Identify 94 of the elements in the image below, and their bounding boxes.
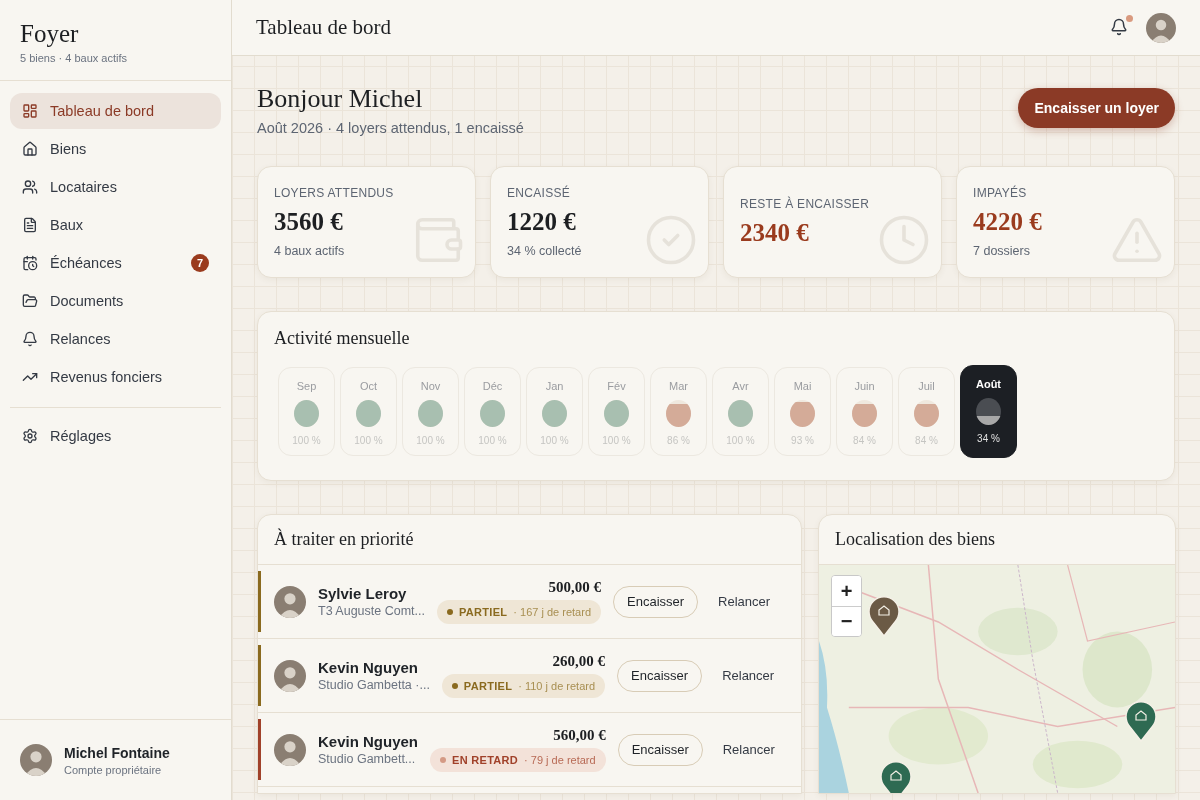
stat-note: 4 baux actifs: [274, 244, 346, 258]
month-label: Juil: [918, 380, 935, 392]
amount: 500,00 €: [548, 579, 601, 596]
user-name: Michel Fontaine: [64, 744, 170, 761]
nav-item[interactable]: Locataires: [10, 169, 221, 205]
collection-gauge: [480, 400, 505, 427]
card-title: Localisation des biens: [835, 529, 996, 550]
status-badge: PARTIEL · 110 j de retard: [441, 674, 606, 698]
tenant-name: Kevin Nguyen: [318, 659, 420, 676]
stat-note: 34 % collecté: [507, 244, 583, 258]
month-label: Sep: [296, 380, 317, 392]
collection-gauge: [790, 400, 815, 427]
nav-item[interactable]: Revenus fonciers: [10, 359, 221, 395]
collection-gauge: [914, 400, 939, 427]
stat-note: 7 dossiers: [973, 244, 1031, 258]
stat-label: IMPAYÉS: [973, 186, 1028, 200]
notifications-icon[interactable]: [1110, 17, 1130, 38]
count-badge: 7: [191, 254, 209, 272]
tenant-avatar: [274, 659, 306, 692]
nav-item[interactable]: Échéances 7: [10, 245, 221, 281]
property-name: T3 Auguste Comt...: [318, 604, 425, 618]
amount: 260,00 €: [552, 653, 606, 670]
tenant-avatar: [274, 585, 306, 618]
page-title: Tableau de bord: [256, 15, 391, 40]
stat-value: 2340 €: [740, 219, 810, 247]
month-label: Oct: [359, 380, 378, 392]
property-name: Studio Gambett...: [318, 752, 417, 766]
remind-button[interactable]: Relancer: [710, 585, 779, 618]
month-label: Jan: [545, 380, 564, 392]
collection-gauge: [542, 400, 567, 427]
collect-button[interactable]: Encaisser: [617, 659, 703, 692]
collection-gauge: [666, 400, 691, 427]
nav-icon: [22, 255, 38, 271]
user-role: Compte propriétaire: [64, 763, 163, 776]
nav-icon: [22, 103, 38, 119]
nav-item[interactable]: Réglages: [10, 418, 221, 454]
nav-item[interactable]: Relances: [10, 321, 221, 357]
collection-gauge: [852, 400, 877, 427]
map-pin-icon[interactable]: [1124, 700, 1158, 742]
month-percent: 34 %: [977, 433, 1000, 444]
month-label: Août: [975, 378, 1001, 390]
tenant-avatar: [274, 733, 306, 766]
collection-gauge: [294, 400, 319, 427]
zoom-out-button[interactable]: −: [832, 606, 861, 636]
nav-icon: [22, 141, 38, 157]
brand-subtitle: 5 biens · 4 baux actifs: [20, 52, 128, 64]
stat-label: ENCAISSÉ: [507, 186, 572, 200]
month-label: Fév: [607, 380, 626, 392]
collection-gauge: [356, 400, 381, 427]
tenant-name: Sylvie Leroy: [318, 585, 408, 602]
nav-icon: [22, 331, 38, 347]
stat-value: 3560 €: [274, 208, 344, 236]
status-badge: EN RETARD · 79 j de retard: [430, 748, 606, 772]
profile-avatar: [1146, 12, 1176, 43]
collection-gauge: [976, 398, 1001, 425]
month-tile[interactable]: Août 34 %: [960, 365, 1017, 458]
brand-name: Foyer: [20, 20, 80, 48]
month-label: Nov: [420, 380, 441, 392]
card-title: À traiter en priorité: [274, 529, 415, 550]
card-title: Activité mensuelle: [274, 328, 411, 349]
nav-item[interactable]: Biens: [10, 131, 221, 167]
stat-value: 4220 €: [973, 208, 1043, 236]
map-pin-icon[interactable]: [867, 595, 901, 637]
nav-item[interactable]: Documents: [10, 283, 221, 319]
map-pin-icon[interactable]: [879, 760, 913, 793]
remind-button[interactable]: Relancer: [714, 733, 783, 766]
user-avatar: [20, 744, 52, 776]
tenant-name: Kevin Nguyen: [318, 733, 419, 750]
stat-label: RESTE À ENCAISSER: [740, 197, 871, 211]
month-label: Mai: [793, 380, 812, 392]
month-label: Déc: [482, 380, 503, 392]
nav-item[interactable]: Tableau de bord: [10, 93, 221, 129]
nav-item[interactable]: Baux: [10, 207, 221, 243]
greeting-subtitle: Août 2026 · 4 loyers attendus, 1 encaissé: [257, 120, 524, 136]
greeting-title: Bonjour Michel: [257, 84, 424, 114]
collect-button[interactable]: Encaisser: [613, 585, 699, 618]
collection-gauge: [728, 400, 753, 427]
month-label: Mar: [669, 380, 688, 392]
collect-rent-button[interactable]: Encaisser un loyer: [1018, 88, 1175, 128]
stat-label: LOYERS ATTENDUS: [274, 186, 395, 200]
property-name: Studio Gambetta ·...: [318, 678, 430, 692]
amount: 560,00 €: [553, 727, 606, 744]
stat-value: 1220 €: [507, 208, 577, 236]
remind-button[interactable]: Relancer: [714, 659, 783, 692]
collection-gauge: [604, 400, 629, 427]
nav-icon: [22, 179, 38, 195]
collect-button[interactable]: Encaisser: [617, 733, 703, 766]
settings-icon: [22, 428, 38, 444]
nav-icon: [22, 293, 38, 309]
month-label: Avr: [732, 380, 749, 392]
status-badge: PARTIEL · 167 j de retard: [437, 600, 601, 624]
collection-gauge: [418, 400, 443, 427]
month-label: Juin: [854, 380, 875, 392]
nav-icon: [22, 217, 38, 233]
